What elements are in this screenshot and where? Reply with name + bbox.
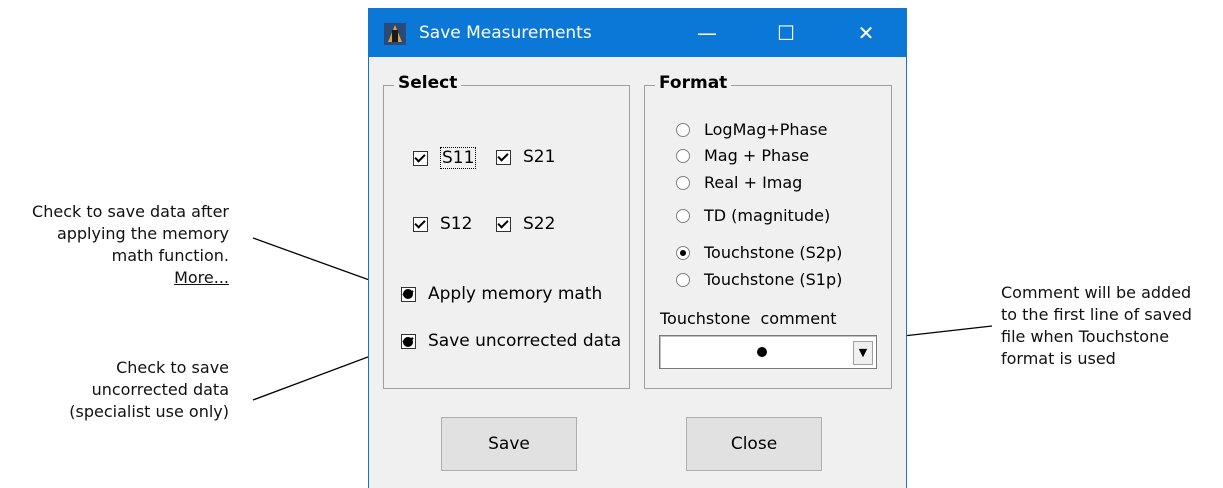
s22-checkbox-label: S22: [523, 214, 556, 234]
s11-checkbox-box[interactable]: [413, 150, 428, 166]
window-title: Save Measurements: [419, 23, 592, 43]
annotation-memory-math: Check to save data after applying the me…: [0, 201, 229, 289]
apply-memory-math-label: Apply memory math: [428, 284, 603, 304]
radio-circle[interactable]: [676, 272, 690, 287]
radio-circle[interactable]: [676, 175, 690, 190]
s11-checkbox-label: S11: [440, 147, 477, 169]
apply-memory-math-checkbox[interactable]: Apply memory math: [401, 284, 602, 304]
select-group-label: Select: [394, 73, 462, 93]
s21-checkbox[interactable]: S21: [496, 147, 555, 167]
format-option-touchstone-s1p[interactable]: Touchstone (S1p): [676, 270, 842, 289]
app-icon: [384, 23, 406, 45]
s22-checkbox-box[interactable]: [496, 216, 511, 232]
s21-checkbox-box[interactable]: [496, 149, 511, 165]
format-option-real-imag[interactable]: Real + Imag: [676, 173, 802, 192]
radio-circle[interactable]: [676, 148, 690, 163]
close-button[interactable]: Close: [686, 417, 822, 471]
annotation-comment: Comment will be added to the first line …: [1001, 283, 1192, 368]
more-link[interactable]: More...: [0, 267, 229, 289]
format-option-td-magnitude[interactable]: TD (magnitude): [676, 206, 830, 225]
save-button[interactable]: Save: [441, 417, 577, 471]
s12-checkbox[interactable]: S12: [413, 214, 472, 234]
s22-checkbox[interactable]: S22: [496, 214, 555, 234]
format-option-touchstone-s2p[interactable]: Touchstone (S2p): [676, 243, 842, 262]
s12-checkbox-box[interactable]: [413, 216, 428, 232]
close-window-button[interactable]: ✕: [834, 9, 898, 57]
save-measurements-dialog: Save Measurements — ☐ ✕ Select S11 S21 S…: [369, 9, 906, 488]
save-uncorrected-checkbox[interactable]: Save uncorrected data: [401, 331, 621, 351]
format-option-mag-phase[interactable]: Mag + Phase: [676, 146, 809, 165]
radio-circle[interactable]: [676, 208, 690, 223]
annotation-uncorrected: Check to save uncorrected data (speciali…: [69, 358, 229, 421]
leader-dot-memory-math: [403, 289, 413, 299]
s11-checkbox[interactable]: S11: [413, 147, 477, 169]
format-group-label: Format: [655, 73, 732, 93]
minimize-button[interactable]: —: [675, 9, 739, 57]
format-option-logmag-phase[interactable]: LogMag+Phase: [676, 120, 828, 139]
touchstone-comment-label: Touchstone comment: [660, 309, 837, 328]
touchstone-comment-combobox[interactable]: ▼: [659, 335, 877, 369]
save-uncorrected-label: Save uncorrected data: [428, 331, 622, 351]
leader-dot-uncorrected: [403, 337, 413, 347]
s12-checkbox-label: S12: [440, 214, 473, 234]
radio-circle-selected[interactable]: [676, 245, 690, 260]
title-bar[interactable]: Save Measurements — ☐ ✕: [369, 9, 906, 57]
leader-dot-comment: [757, 347, 767, 357]
chevron-down-icon[interactable]: ▼: [853, 341, 873, 365]
s21-checkbox-label: S21: [523, 147, 556, 167]
radio-circle[interactable]: [676, 122, 690, 137]
maximize-button[interactable]: ☐: [754, 9, 818, 57]
